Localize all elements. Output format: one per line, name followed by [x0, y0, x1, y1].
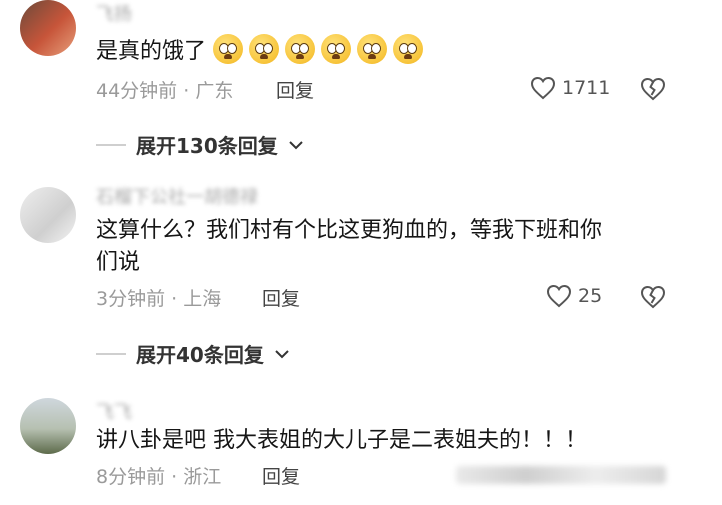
dislike-button[interactable] — [640, 285, 666, 313]
meta-separator: · — [171, 288, 178, 310]
comment-meta: 3分钟前 · 上海 — [96, 284, 221, 311]
comment-meta: 8分钟前 · 浙江 — [96, 462, 221, 489]
like-button[interactable]: 25 — [546, 284, 602, 308]
avatar[interactable] — [20, 0, 76, 56]
comment-text: 讲八卦是吧 我大表姐的大儿子是二表姐夫的！！！ — [96, 428, 587, 453]
dislike-button[interactable] — [640, 77, 666, 105]
reply-button[interactable]: 回复 — [262, 284, 300, 311]
comment-location: 浙江 — [183, 466, 222, 488]
divider-line — [96, 352, 126, 355]
expand-replies-button[interactable]: 展开40条回复 — [96, 339, 290, 368]
chevron-down-icon — [275, 349, 289, 358]
heart-icon — [546, 284, 572, 308]
like-button[interactable]: 1711 — [530, 76, 610, 100]
avatar[interactable] — [20, 187, 76, 243]
reply-button[interactable]: 回复 — [262, 462, 300, 489]
comment-location: 广东 — [195, 80, 234, 102]
chevron-down-icon — [289, 140, 303, 149]
comment-text-line: 们说 — [96, 250, 141, 275]
comment-meta: 44分钟前 · 广东 — [96, 76, 233, 103]
comment-time: 3分钟前 — [96, 288, 166, 310]
comment-time: 8分钟前 — [96, 466, 166, 488]
comment-time: 44分钟前 — [96, 80, 178, 102]
pleading-face-icon — [357, 34, 388, 64]
expand-replies-label: 展开40条回复 — [136, 343, 264, 367]
pleading-face-icon — [321, 34, 352, 64]
comment-text-content: 是真的饿了 — [96, 39, 207, 64]
expand-replies-label: 展开130条回复 — [136, 134, 278, 158]
pleading-face-icon — [285, 34, 316, 64]
meta-separator: · — [171, 466, 178, 488]
pleading-face-icon — [213, 34, 244, 64]
emoji-row — [213, 34, 429, 64]
comment-text: 是真的饿了 — [96, 34, 429, 69]
heart-icon — [530, 76, 556, 100]
blurred-watermark — [456, 466, 666, 484]
pleading-face-icon — [393, 34, 424, 64]
divider-line — [96, 143, 126, 146]
broken-heart-icon — [640, 285, 666, 309]
expand-replies-button[interactable]: 展开130条回复 — [96, 130, 304, 159]
like-count: 25 — [578, 285, 603, 307]
reply-button[interactable]: 回复 — [276, 76, 314, 103]
comment-username[interactable]: 飞扬 — [96, 0, 132, 26]
like-count: 1711 — [562, 77, 611, 99]
comment-text-line: 这算什么？我们村有个比这更狗血的，等我下班和你 — [96, 218, 603, 243]
meta-separator: · — [183, 80, 190, 102]
comment-username[interactable]: 石榴下公社一胡德禄 — [96, 183, 258, 209]
comment-location: 上海 — [183, 288, 222, 310]
comment-username[interactable]: 飞飞 — [96, 398, 132, 424]
broken-heart-icon — [640, 77, 666, 101]
avatar[interactable] — [20, 398, 76, 454]
pleading-face-icon — [249, 34, 280, 64]
